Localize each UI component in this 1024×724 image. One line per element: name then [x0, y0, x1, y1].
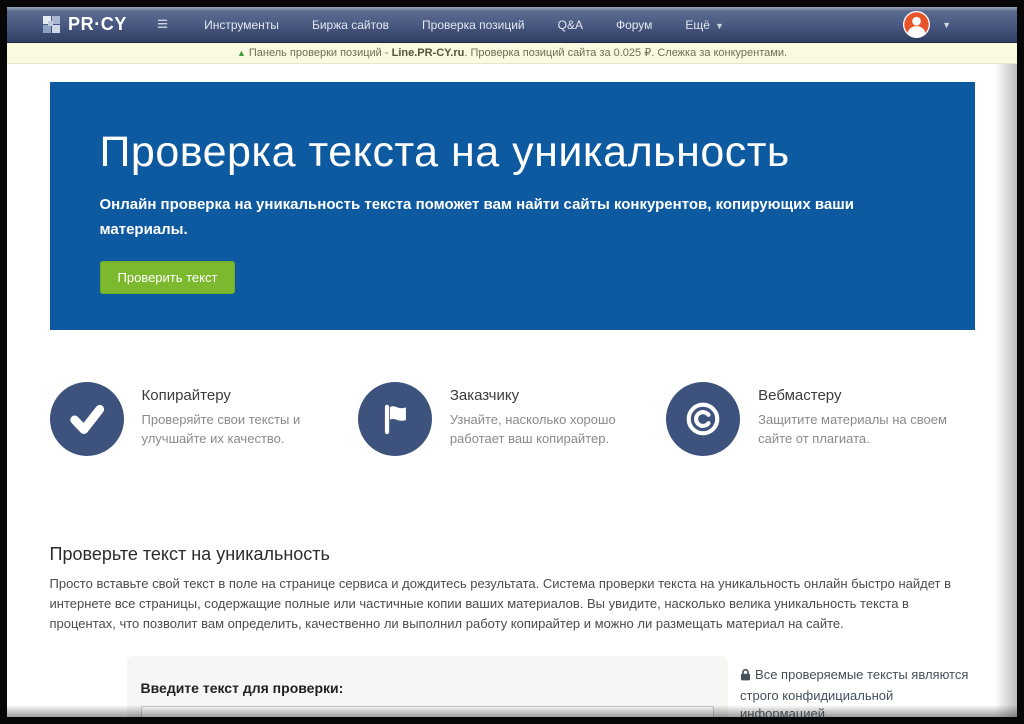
feature-client: Заказчику Узнайте, насколько хорошо рабо… [358, 382, 666, 456]
text-input[interactable] [141, 706, 715, 717]
feature-title: Вебмастеру [758, 387, 960, 404]
nav-item-site-market[interactable]: Биржа сайтов [312, 18, 389, 32]
logo-icon [43, 16, 60, 33]
notice-text-suffix: . Проверка позиций сайта за 0.025 ₽. Сле… [464, 47, 787, 59]
screenshot-frame: PR·CY ≡ Инструменты Биржа сайтов Проверк… [0, 0, 1024, 724]
about-section: Проверьте текст на уникальность Просто в… [50, 544, 975, 634]
textarea-label: Введите текст для проверки: [141, 680, 715, 696]
check-form-panel: Введите текст для проверки: [127, 656, 729, 717]
logo[interactable]: PR·CY [43, 14, 127, 35]
feature-title: Заказчику [450, 387, 652, 404]
nav-item-more[interactable]: Ещё▼ [685, 18, 723, 32]
main-menu: Инструменты Биржа сайтов Проверка позици… [204, 18, 724, 32]
lock-icon [740, 668, 751, 686]
nav-item-forum[interactable]: Форум [616, 18, 652, 32]
section-paragraph: Просто вставьте свой текст в поле на стр… [50, 574, 975, 634]
user-menu[interactable]: ▼ [903, 11, 951, 38]
feature-text: Проверяйте свои тексты и улучшайте их ка… [142, 411, 344, 449]
check-icon [50, 382, 124, 456]
feature-copywriter: Копирайтеру Проверяйте свои тексты и улу… [50, 382, 358, 456]
avatar [903, 11, 930, 38]
feature-text: Защитите материалы на своем сайте от пла… [758, 411, 960, 449]
chevron-down-icon: ▼ [715, 21, 724, 31]
up-triangle-icon: ▲ [237, 48, 246, 58]
notice-bar: ▲Панель проверки позиций - Line.PR-CY.ru… [7, 43, 1017, 64]
hero-banner: Проверка текста на уникальность Онлайн п… [50, 82, 975, 330]
top-nav: PR·CY ≡ Инструменты Биржа сайтов Проверк… [7, 7, 1017, 43]
feature-webmaster: Вебмастеру Защитите материалы на своем с… [666, 382, 974, 456]
checker-section: Введите текст для проверки: Все проверяе… [50, 656, 975, 717]
frame-right-shadow [995, 64, 1017, 717]
notice-text: Панель проверки позиций - [249, 47, 392, 59]
flag-icon [358, 382, 432, 456]
nav-item-qa[interactable]: Q&A [558, 18, 583, 32]
confidentiality-note: Все проверяемые тексты являются строго к… [740, 656, 974, 717]
nav-item-tools[interactable]: Инструменты [204, 18, 279, 32]
nav-item-position-check[interactable]: Проверка позиций [422, 18, 525, 32]
copyright-icon [666, 382, 740, 456]
chevron-down-icon: ▼ [942, 20, 951, 30]
check-text-button[interactable]: Проверить текст [100, 261, 236, 294]
hero-subtitle: Онлайн проверка на уникальность текста п… [100, 193, 890, 243]
logo-text: PR·CY [68, 14, 127, 35]
page: PR·CY ≡ Инструменты Биржа сайтов Проверк… [7, 7, 1017, 717]
features-row: Копирайтеру Проверяйте свои тексты и улу… [50, 382, 975, 456]
section-heading: Проверьте текст на уникальность [50, 544, 975, 565]
notice-link[interactable]: Line.PR-CY.ru [392, 47, 465, 59]
feature-text: Узнайте, насколько хорошо работает ваш к… [450, 411, 652, 449]
confidentiality-text: Все проверяемые тексты являются строго к… [740, 667, 968, 717]
hamburger-menu-icon[interactable]: ≡ [157, 15, 168, 34]
page-title: Проверка текста на уникальность [100, 128, 915, 177]
feature-title: Копирайтеру [142, 387, 344, 404]
